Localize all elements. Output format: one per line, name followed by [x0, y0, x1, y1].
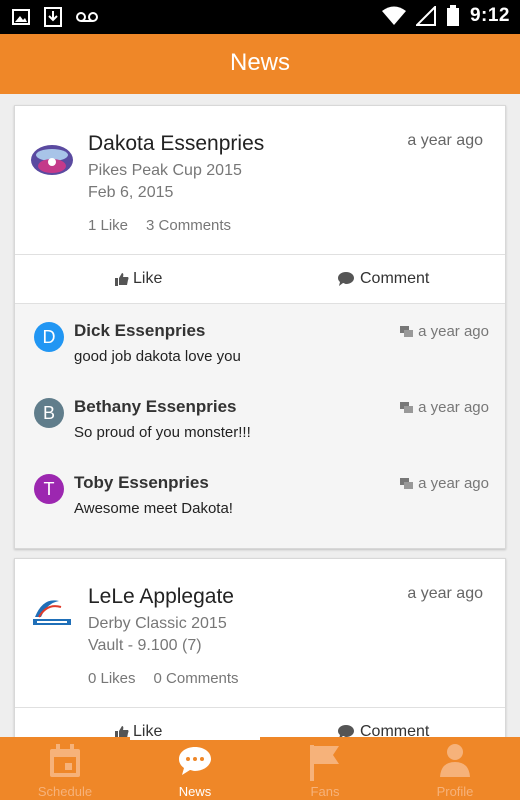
comment-text: Awesome meet Dakota! — [74, 500, 233, 517]
chat-bubble-icon — [179, 747, 211, 775]
comment-count[interactable]: 3 Comments — [146, 217, 231, 234]
page-title: News — [229, 49, 290, 76]
post-timestamp: a year ago — [407, 132, 483, 149]
tab-fans[interactable]: Fans — [260, 737, 390, 800]
like-button[interactable]: Like — [115, 270, 162, 288]
comment-button[interactable]: Comment — [337, 270, 429, 288]
meet-date: Feb 6, 2015 — [88, 184, 174, 201]
image-notification-icon — [12, 9, 30, 25]
meet-name: Pikes Peak Cup 2015 — [88, 162, 242, 179]
comment-time: a year ago — [400, 399, 489, 416]
post-stats: 0 Likes 0 Comments — [88, 670, 239, 687]
tab-profile-label: Profile — [436, 784, 474, 799]
flag-icon — [310, 745, 339, 781]
like-button-label: Like — [133, 270, 163, 287]
active-tab-indicator — [130, 737, 260, 740]
like-count[interactable]: 0 Likes — [88, 670, 136, 687]
tab-schedule[interactable]: Schedule — [0, 737, 130, 800]
commenter-name: Dick Essenpries — [74, 321, 206, 340]
clock: 9:12 — [469, 5, 510, 26]
app-bar: News — [0, 34, 520, 94]
post-timestamp: a year ago — [407, 585, 483, 602]
chat-bubbles-icon — [400, 477, 414, 489]
commenter-name: Toby Essenpries — [74, 473, 209, 492]
comment-item[interactable]: D Dick Essenpries good job dakota love y… — [15, 304, 505, 380]
comment-text: good job dakota love you — [74, 348, 241, 365]
comment-button-label: Comment — [360, 270, 430, 287]
avatar: B — [34, 398, 64, 428]
commenter-name: Bethany Essenpries — [74, 397, 237, 416]
signal-icon — [415, 6, 436, 26]
tab-schedule-label: Schedule — [37, 784, 93, 799]
athlete-name: Dakota Essenpries — [88, 132, 265, 155]
athlete-name: LeLe Applegate — [88, 585, 234, 608]
thumbs-up-icon — [115, 273, 129, 286]
bottom-nav: Schedule News Fans Profile — [0, 737, 520, 800]
post-header[interactable]: LeLe Applegate a year ago Derby Classic … — [15, 559, 505, 707]
person-icon — [440, 744, 470, 777]
post-stats: 1 Like 3 Comments — [88, 217, 231, 234]
chat-bubbles-icon — [400, 325, 414, 337]
comment-icon — [338, 272, 354, 286]
download-notification-icon — [44, 7, 62, 27]
avatar: T — [34, 474, 64, 504]
comment-count[interactable]: 0 Comments — [154, 670, 239, 687]
score-line: Vault - 9.100 (7) — [88, 637, 202, 654]
battery-icon — [446, 5, 459, 26]
comments-list: D Dick Essenpries good job dakota love y… — [15, 304, 505, 548]
like-count[interactable]: 1 Like — [88, 217, 128, 234]
comment-text: So proud of you monster!!! — [74, 424, 251, 441]
tab-profile[interactable]: Profile — [390, 737, 520, 800]
comment-item[interactable]: T Toby Essenpries Awesome meet Dakota! a… — [15, 456, 505, 532]
meet-logo-icon — [31, 145, 73, 175]
tab-news[interactable]: News — [130, 737, 260, 800]
wifi-icon — [381, 6, 406, 25]
comment-time: a year ago — [400, 323, 489, 340]
avatar: D — [34, 322, 64, 352]
comment-item[interactable]: B Bethany Essenpries So proud of you mon… — [15, 380, 505, 456]
chat-bubbles-icon — [400, 401, 414, 413]
comment-time: a year ago — [400, 475, 489, 492]
post-actions: Like Comment — [15, 254, 505, 304]
calendar-icon — [50, 744, 80, 777]
voicemail-icon — [76, 12, 98, 22]
post-header[interactable]: Dakota Essenpries a year ago Pikes Peak … — [15, 106, 505, 254]
tab-fans-label: Fans — [310, 784, 340, 799]
gym-centre-logo-icon — [33, 600, 71, 625]
news-card: Dakota Essenpries a year ago Pikes Peak … — [14, 105, 506, 549]
meet-name: Derby Classic 2015 — [88, 615, 227, 632]
tab-news-label: News — [178, 784, 212, 799]
news-card: LeLe Applegate a year ago Derby Classic … — [14, 558, 506, 758]
status-bar: 9:12 — [0, 0, 520, 34]
